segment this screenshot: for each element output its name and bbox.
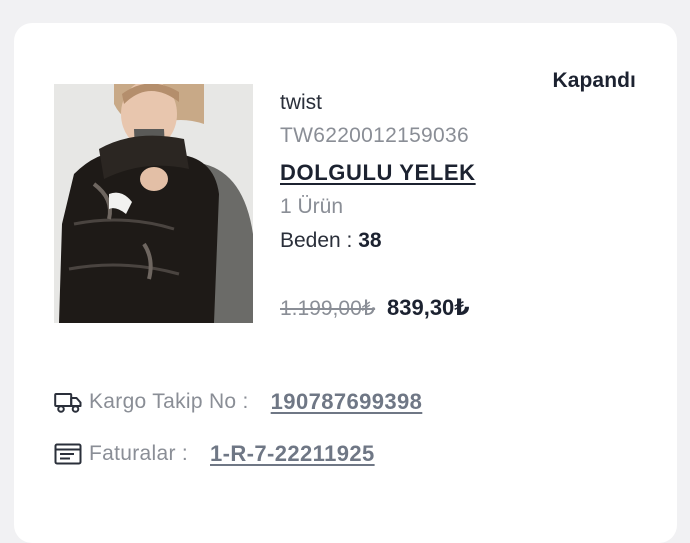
truck-icon: [54, 389, 84, 415]
invoice-label: Faturalar :: [89, 442, 188, 465]
product-size: Beden : 38: [280, 229, 382, 253]
old-price: 1.199,00₺: [280, 297, 376, 320]
order-status: Kapandı: [552, 69, 636, 92]
cargo-tracking-row: Kargo Takip No : 190787699398: [54, 389, 422, 415]
product-brand: twist: [280, 91, 322, 114]
invoice-icon: [54, 441, 84, 467]
invoice-row: Faturalar : 1-R-7-22211925: [54, 441, 375, 467]
product-name-link[interactable]: DOLGULU YELEK: [280, 160, 476, 186]
size-label: Beden :: [280, 229, 359, 252]
product-sku: TW6220012159036: [280, 124, 469, 147]
invoice-number-link[interactable]: 1-R-7-22211925: [210, 441, 375, 467]
new-price: 839,30₺: [387, 295, 470, 320]
product-quantity: 1 Ürün: [280, 195, 344, 218]
order-card: Kapandı twist TW6220012159036 DOLGULU YE…: [14, 23, 677, 543]
cargo-label: Kargo Takip No :: [89, 390, 249, 413]
tracking-number-link[interactable]: 190787699398: [271, 389, 423, 415]
size-value: 38: [358, 229, 382, 252]
product-image[interactable]: [54, 84, 253, 323]
